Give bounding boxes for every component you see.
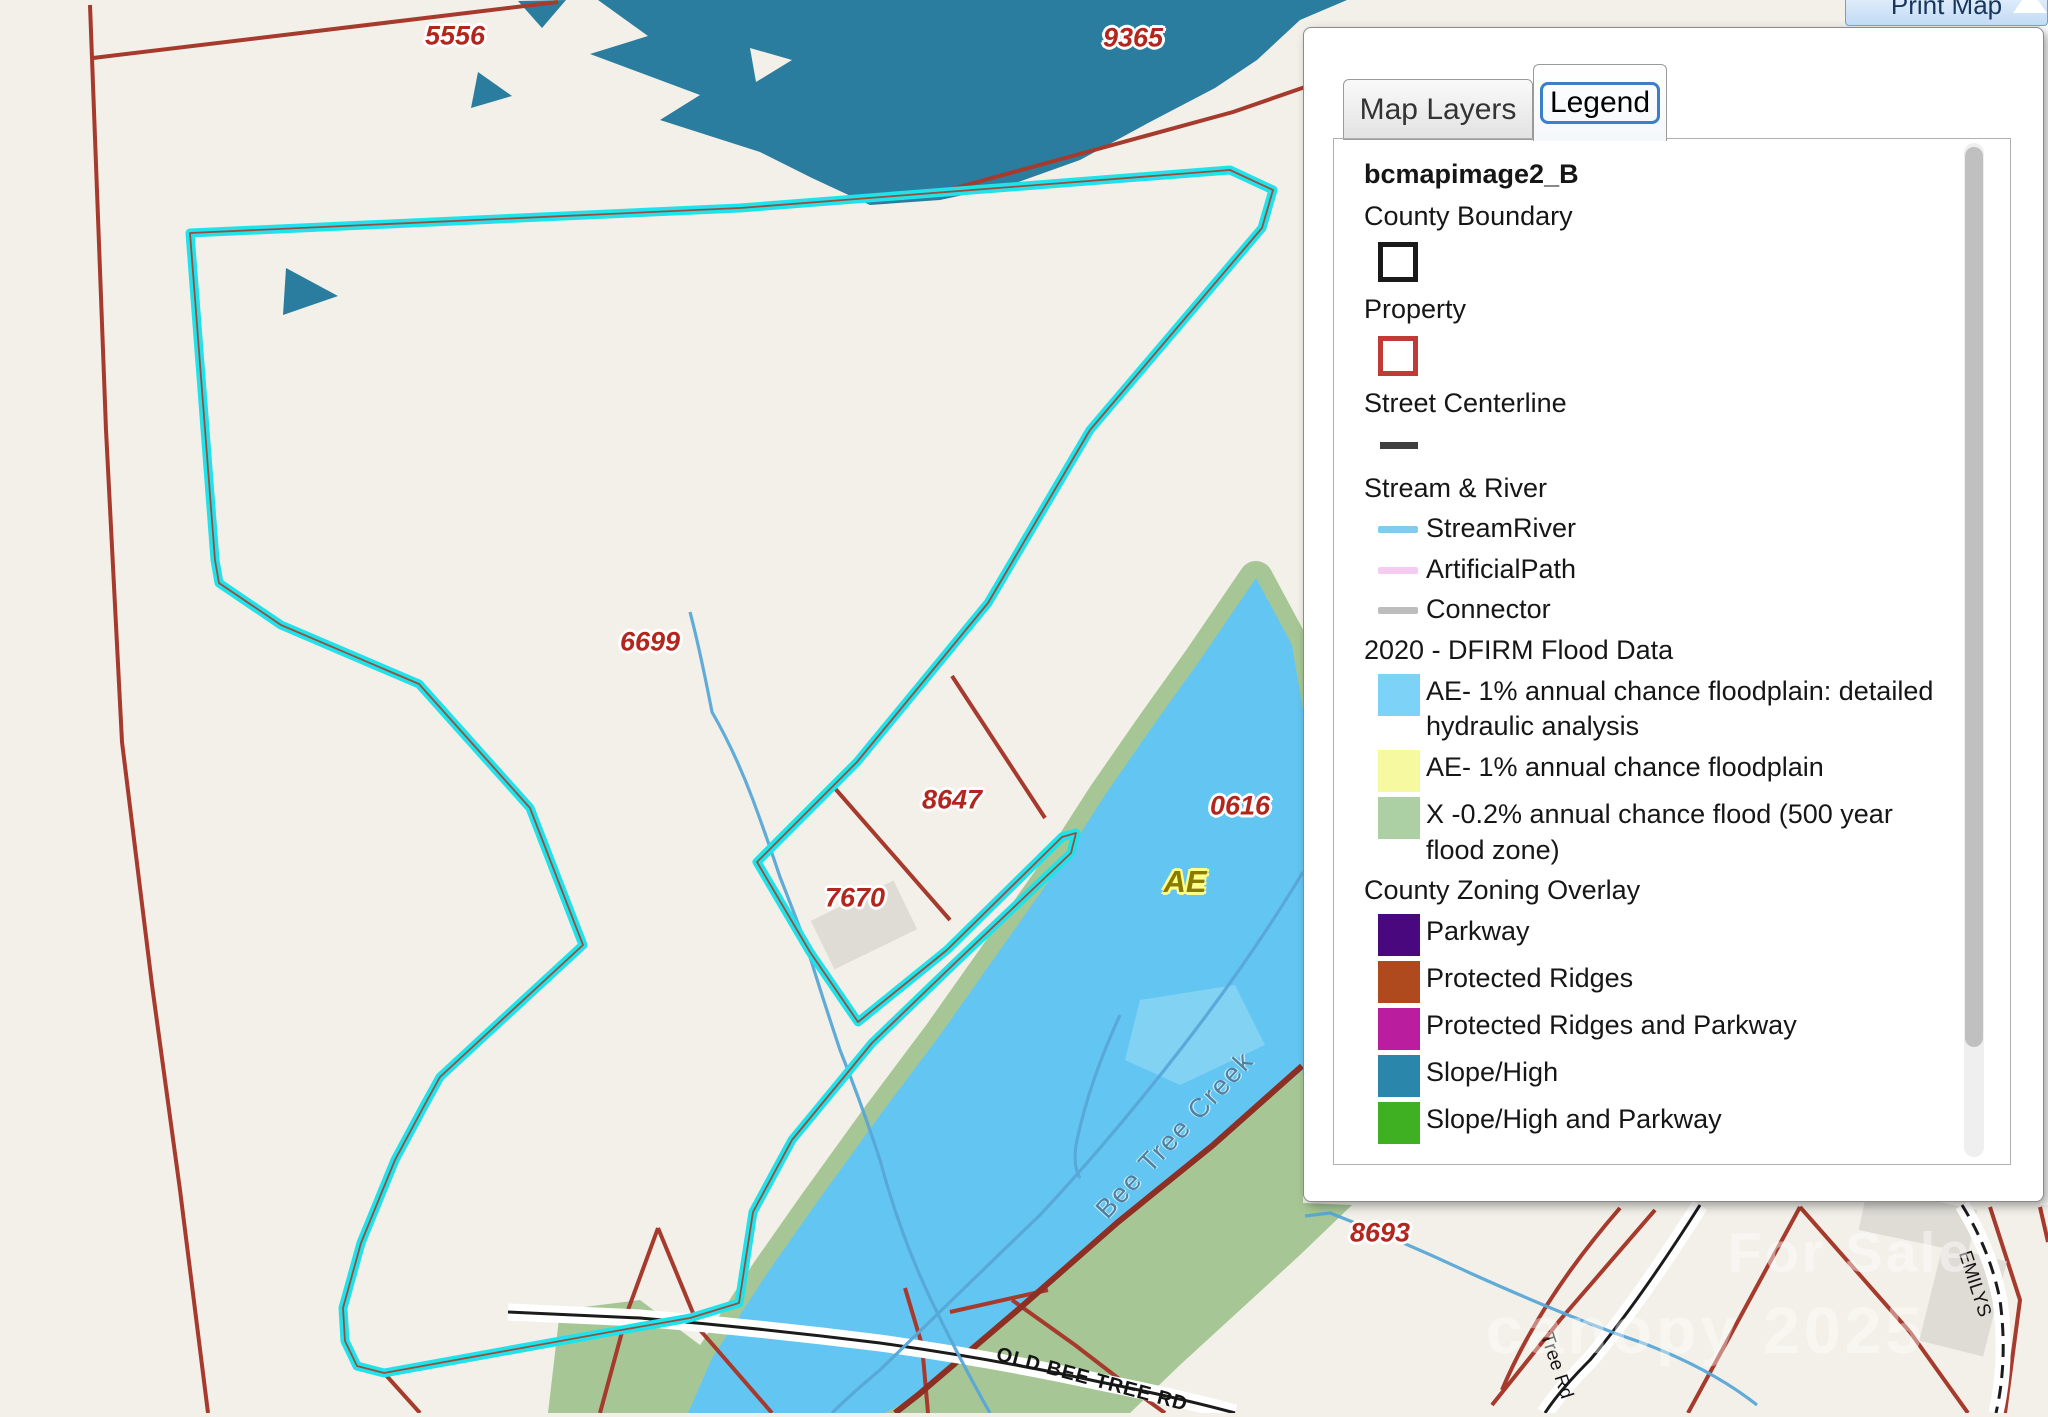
- legend-item-label: AE- 1% annual chance floodplain: detaile…: [1426, 674, 1950, 745]
- legend-item-swatch-box: [1364, 1008, 1426, 1050]
- map-layers-legend-panel: Map Layers Legend bcmapimage2_B County B…: [1303, 27, 2044, 1202]
- legend-item-swatch-box: [1364, 961, 1426, 1003]
- tab-map-layers[interactable]: Map Layers: [1343, 79, 1533, 140]
- legend-swatch-square: [1378, 797, 1420, 839]
- legend-item-swatch-box: [1364, 552, 1426, 574]
- legend-item: Slope/High and Parkway: [1364, 1102, 1950, 1144]
- legend-swatch-square: [1378, 674, 1420, 716]
- legend-swatch-square: [1378, 1008, 1420, 1050]
- legend-item-swatch-box: [1364, 592, 1426, 614]
- legend-item-swatch-box: [1364, 1055, 1426, 1097]
- legend-swatch-square: [1378, 1055, 1420, 1097]
- legend-item: Protected Ridges and Parkway: [1364, 1008, 1950, 1050]
- legend-swatch-square: [1378, 750, 1420, 792]
- legend-item-label: Parkway: [1426, 914, 1950, 950]
- legend-item-swatch-box: [1364, 511, 1426, 533]
- legend-swatch-square-outline: [1378, 336, 1418, 376]
- legend-swatch-line: [1378, 526, 1418, 533]
- legend-item-label: Protected Ridges and Parkway: [1426, 1008, 1950, 1044]
- legend-scrollbar[interactable]: [1964, 143, 1984, 1157]
- legend-item-swatch-box: [1364, 674, 1426, 716]
- legend-item: Protected Ridges: [1364, 961, 1950, 1003]
- legend-item-label: ArtificialPath: [1426, 552, 1950, 588]
- legend-item: Slope/High: [1364, 1055, 1950, 1097]
- legend-swatch-square-outline: [1378, 242, 1418, 282]
- map-viewer: 5556936566998647767006168693 AE Bee Tree…: [0, 0, 2048, 1413]
- legend-item: AE- 1% annual chance floodplain: detaile…: [1364, 674, 1950, 745]
- legend-item: X -0.2% annual chance flood (500 year fl…: [1364, 797, 1950, 868]
- legend-section-heading: County Zoning Overlay: [1364, 873, 1950, 909]
- legend-section-heading: Stream & River: [1364, 471, 1950, 507]
- legend-section-heading: Property: [1364, 292, 1950, 328]
- tab-legend[interactable]: Legend: [1533, 64, 1667, 141]
- legend-item-label: Protected Ridges: [1426, 961, 1950, 997]
- legend-item-swatch-box: [1364, 750, 1426, 792]
- legend-list: bcmapimage2_B County Boundary Property Str…: [1334, 139, 2010, 1159]
- legend-scrollbar-thumb[interactable]: [1965, 147, 1983, 1047]
- legend-content[interactable]: bcmapimage2_B County Boundary Property Str…: [1333, 138, 2011, 1165]
- legend-item: ArtificialPath: [1364, 552, 1950, 588]
- legend-section-heading: 2020 - DFIRM Flood Data: [1364, 633, 1950, 669]
- legend-section-heading: Street Centerline: [1364, 386, 1950, 422]
- legend-item-label: StreamRiver: [1426, 511, 1950, 547]
- legend-item-label: X -0.2% annual chance flood (500 year fl…: [1426, 797, 1950, 868]
- legend-swatch-line: [1378, 607, 1418, 614]
- tab-map-layers-label: Map Layers: [1360, 93, 1517, 127]
- legend-item: Connector: [1364, 592, 1950, 628]
- legend-swatch-line: [1378, 567, 1418, 574]
- legend-item: Parkway: [1364, 914, 1950, 956]
- legend-item-swatch-box: [1364, 797, 1426, 839]
- legend-item-swatch-box: [1364, 914, 1426, 956]
- callout-arrow-icon: [2013, 0, 2047, 13]
- print-map-button-label: Print Map: [1891, 0, 2002, 21]
- legend-item-label: Connector: [1426, 592, 1950, 628]
- legend-item-swatch-box: [1364, 1102, 1426, 1144]
- legend-item-label: Slope/High: [1426, 1055, 1950, 1091]
- legend-swatch-square: [1378, 914, 1420, 956]
- legend-item: AE- 1% annual chance floodplain: [1364, 750, 1950, 792]
- legend-section-heading: County Boundary: [1364, 199, 1950, 235]
- print-map-button[interactable]: Print Map: [1845, 0, 2048, 26]
- legend-item-label: Slope/High and Parkway: [1426, 1102, 1950, 1138]
- legend-swatch-square: [1378, 961, 1420, 1003]
- legend-swatch-line: [1380, 442, 1418, 449]
- legend-layer-title: bcmapimage2_B: [1364, 157, 1950, 193]
- legend-item: StreamRiver: [1364, 511, 1950, 547]
- legend-swatch-square: [1378, 1102, 1420, 1144]
- legend-item-label: AE- 1% annual chance floodplain: [1426, 750, 1950, 786]
- tab-legend-label: Legend: [1540, 82, 1660, 124]
